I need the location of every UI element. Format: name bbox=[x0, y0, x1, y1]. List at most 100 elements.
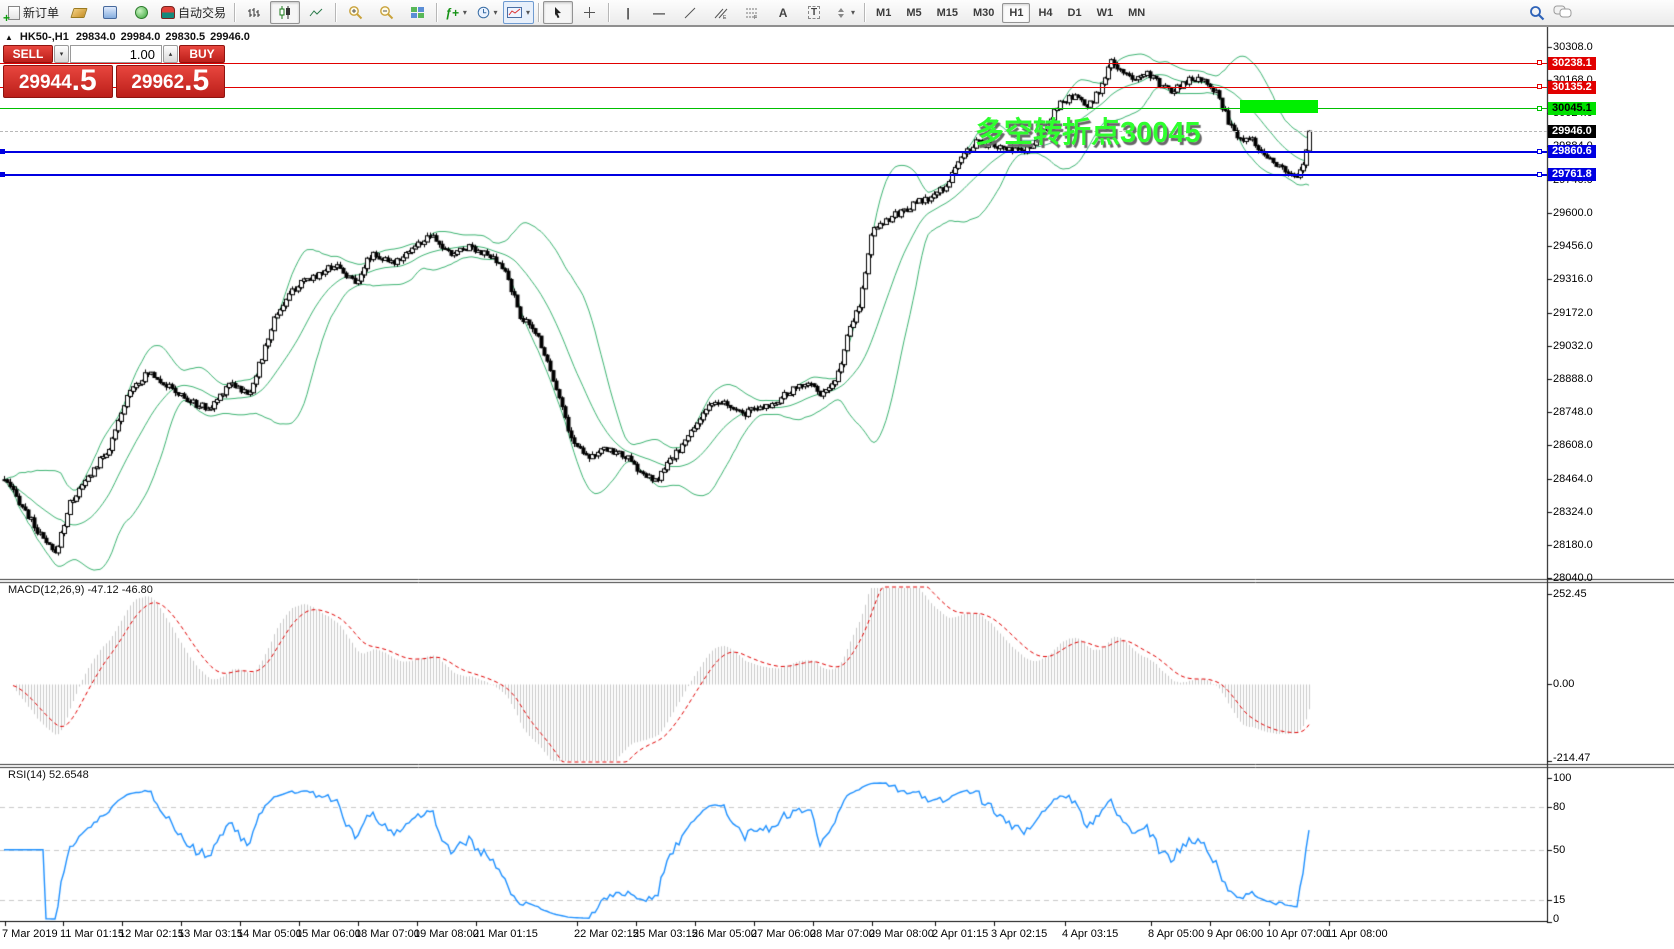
profiles-button[interactable] bbox=[95, 1, 125, 24]
timeframe-button-M5[interactable]: M5 bbox=[899, 3, 928, 23]
chat-icon[interactable] bbox=[1553, 5, 1572, 20]
buy-button[interactable]: BUY bbox=[179, 45, 225, 63]
line-handle[interactable] bbox=[1537, 149, 1542, 154]
rsi-axis-tick: 80 bbox=[1553, 801, 1565, 813]
text-button[interactable]: A bbox=[768, 1, 798, 24]
signals-button[interactable] bbox=[126, 1, 156, 24]
volume-increase-button[interactable]: ▴ bbox=[163, 45, 178, 63]
text-label-button[interactable]: T bbox=[799, 1, 829, 24]
price-axis-tick: 28608.0 bbox=[1553, 439, 1593, 451]
time-axis-label: 14 Mar 05:00 bbox=[237, 928, 302, 940]
bar-chart-button[interactable] bbox=[239, 1, 269, 24]
toolbar-separator bbox=[864, 3, 865, 22]
sell-price-main: 29944 bbox=[19, 72, 72, 94]
autotrading-icon bbox=[161, 6, 175, 19]
price-axis-tick: 28748.0 bbox=[1553, 406, 1593, 418]
collapse-panel-icon[interactable]: ▲ bbox=[5, 33, 13, 42]
timeframe-button-D1[interactable]: D1 bbox=[1061, 3, 1089, 23]
line-handle[interactable] bbox=[1537, 106, 1542, 111]
toolbar-separator bbox=[234, 3, 235, 22]
time-axis-label: 26 Mar 05:00 bbox=[692, 928, 757, 940]
line-handle[interactable] bbox=[0, 149, 5, 154]
time-axis-label: 15 Mar 06:00 bbox=[296, 928, 361, 940]
line-handle[interactable] bbox=[0, 172, 5, 177]
vertical-line-icon: | bbox=[626, 6, 629, 20]
volume-decrease-button[interactable]: ▾ bbox=[54, 45, 69, 63]
level-price-badge: 30135.2 bbox=[1548, 81, 1596, 94]
horizontal-line-button[interactable]: — bbox=[644, 1, 674, 24]
zoom-out-button[interactable] bbox=[371, 1, 401, 24]
line-handle[interactable] bbox=[1537, 84, 1542, 89]
time-axis-label: 28 Mar 07:00 bbox=[810, 928, 875, 940]
chart-ohlc: 29834.0 29984.0 29830.5 29946.0 bbox=[76, 31, 250, 43]
time-axis-label: 19 Mar 08:00 bbox=[414, 928, 479, 940]
trendline-button[interactable] bbox=[675, 1, 705, 24]
timeframe-toolbar: M1M5M15M30H1H4D1W1MN bbox=[869, 3, 1152, 23]
time-axis-label: 7 Mar 2019 bbox=[2, 928, 58, 940]
zoom-in-button[interactable] bbox=[340, 1, 370, 24]
autotrading-button[interactable]: 自动交易 bbox=[157, 1, 230, 24]
timeframe-button-W1[interactable]: W1 bbox=[1090, 3, 1121, 23]
time-axis-label: 11 Apr 08:00 bbox=[1326, 928, 1388, 940]
new-order-button[interactable]: 新订单 bbox=[4, 1, 63, 24]
timeframe-button-H1[interactable]: H1 bbox=[1002, 3, 1030, 23]
timeframe-button-M1[interactable]: M1 bbox=[869, 3, 898, 23]
macd-axis-tick: 0.00 bbox=[1553, 678, 1574, 690]
rsi-indicator-label: RSI(14) 52.6548 bbox=[8, 769, 89, 781]
time-axis-label: 9 Apr 06:00 bbox=[1207, 928, 1263, 940]
toolbar-separator bbox=[436, 3, 437, 22]
time-axis-label: 10 Apr 07:00 bbox=[1266, 928, 1328, 940]
spinner-up-icon: ▴ bbox=[169, 50, 173, 58]
line-handle[interactable] bbox=[1537, 172, 1542, 177]
price-chart-canvas[interactable] bbox=[0, 27, 1674, 949]
template-icon bbox=[507, 7, 522, 18]
sell-button[interactable]: SELL bbox=[3, 45, 53, 63]
autotrading-label: 自动交易 bbox=[178, 4, 226, 21]
profiles-icon bbox=[103, 6, 117, 19]
time-axis-label: 12 Mar 02:15 bbox=[119, 928, 184, 940]
timeframe-button-M15[interactable]: M15 bbox=[930, 3, 965, 23]
time-axis-label: 29 Mar 08:00 bbox=[869, 928, 934, 940]
highlight-rectangle[interactable] bbox=[1240, 100, 1318, 113]
indicators-icon: ƒ+ bbox=[445, 6, 459, 20]
horizontal-level-line[interactable] bbox=[0, 87, 1547, 88]
time-axis-label: 25 Mar 03:15 bbox=[633, 928, 698, 940]
timeframe-button-M30[interactable]: M30 bbox=[966, 3, 1001, 23]
equidistant-channel-button[interactable]: E bbox=[706, 1, 736, 24]
horizontal-level-line[interactable] bbox=[0, 63, 1547, 64]
chart-symbol-period: HK50-,H1 bbox=[20, 31, 69, 43]
price-axis-tick: 30308.0 bbox=[1553, 41, 1593, 53]
candlestick-chart-button[interactable] bbox=[270, 1, 300, 24]
delete-objects-button[interactable] bbox=[64, 1, 94, 24]
templates-button[interactable]: ▾ bbox=[503, 1, 534, 24]
arrows-icon bbox=[835, 7, 847, 19]
horizontal-level-line[interactable] bbox=[0, 174, 1547, 176]
sell-price-button[interactable]: 29944 .5 bbox=[3, 65, 113, 98]
crosshair-button[interactable] bbox=[574, 1, 604, 24]
line-handle[interactable] bbox=[1537, 60, 1542, 65]
current-price-line bbox=[0, 131, 1547, 132]
volume-input[interactable] bbox=[70, 45, 162, 63]
buy-price-button[interactable]: 29962 .5 bbox=[116, 65, 226, 98]
chart-header: ▲ HK50-,H1 29834.0 29984.0 29830.5 29946… bbox=[5, 31, 250, 43]
bar-chart-icon bbox=[247, 7, 261, 19]
arrows-button[interactable]: ▾ bbox=[830, 1, 860, 24]
line-chart-button[interactable] bbox=[301, 1, 331, 24]
fibonacci-button[interactable]: F bbox=[737, 1, 767, 24]
time-axis-label: 13 Mar 03:15 bbox=[178, 928, 243, 940]
horizontal-level-line[interactable] bbox=[0, 151, 1547, 153]
toolbar-right-group bbox=[1529, 5, 1572, 21]
timeframe-button-MN[interactable]: MN bbox=[1121, 3, 1152, 23]
price-axis-tick: 29172.0 bbox=[1553, 307, 1593, 319]
main-toolbar: 新订单 自动交易 ƒ+ ▾ ▾ ▾ | — bbox=[0, 0, 1674, 27]
zoom-out-icon bbox=[379, 5, 394, 20]
tile-windows-button[interactable] bbox=[402, 1, 432, 24]
time-axis-label: 21 Mar 01:15 bbox=[473, 928, 538, 940]
search-icon[interactable] bbox=[1529, 5, 1545, 21]
timeframe-button-H4[interactable]: H4 bbox=[1031, 3, 1059, 23]
indicators-button[interactable]: ƒ+ ▾ bbox=[441, 1, 471, 24]
periods-button[interactable]: ▾ bbox=[472, 1, 502, 24]
chart-annotation-text[interactable]: 多空转折点30045 bbox=[975, 109, 1201, 151]
cursor-button[interactable] bbox=[543, 1, 573, 24]
vertical-line-button[interactable]: | bbox=[613, 1, 643, 24]
